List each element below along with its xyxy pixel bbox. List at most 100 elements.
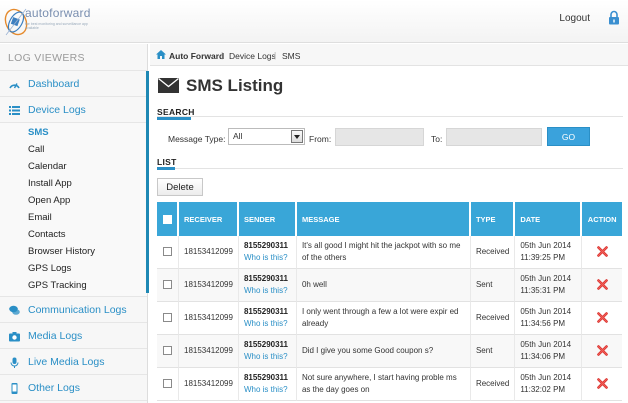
type-cell: Received <box>470 302 516 335</box>
sidebar-item-dashboard[interactable]: Dashboard <box>0 71 147 97</box>
date-cell: 05th Jun 2014 11:34:56 PM <box>515 302 583 335</box>
breadcrumb-separator: | <box>274 50 277 60</box>
column-header-receiver[interactable]: RECEIVER <box>179 202 239 236</box>
action-cell <box>582 368 622 401</box>
who-is-this-link[interactable]: Who is this? <box>244 285 291 297</box>
time-value: 11:39:25 PM <box>520 253 566 262</box>
action-cell <box>582 236 622 269</box>
who-is-this-link[interactable]: Who is this? <box>244 351 291 363</box>
row-select-cell <box>157 302 179 335</box>
mobile-phone-icon <box>11 383 18 394</box>
sidebar: LOG VIEWERS Dashboard Device Logs SMS Ca… <box>0 44 148 403</box>
sidebar-item-device-logs[interactable]: Device Logs <box>0 97 147 123</box>
to-label: To: <box>431 134 443 144</box>
dashboard-icon <box>9 83 20 89</box>
chevron-down-icon[interactable] <box>291 130 303 143</box>
delete-x-icon[interactable] <box>596 312 608 324</box>
message-cell: It's all good I might hit the jackpot wi… <box>296 236 471 269</box>
search-section-underline <box>157 117 191 120</box>
row-checkbox[interactable] <box>163 247 172 257</box>
sidebar-sub-calendar[interactable]: Calendar <box>0 158 147 175</box>
action-cell <box>582 335 622 368</box>
row-checkbox[interactable] <box>163 280 172 290</box>
row-select-cell <box>157 236 179 269</box>
sidebar-sub-browser-history[interactable]: Browser History <box>0 243 147 260</box>
sidebar-item-media-logs[interactable]: Media Logs <box>0 323 147 349</box>
row-checkbox[interactable] <box>163 346 172 356</box>
delete-button[interactable]: Delete <box>157 178 203 196</box>
sidebar-item-other-logs[interactable]: Other Logs <box>0 375 147 401</box>
to-date-input[interactable] <box>446 128 542 146</box>
breadcrumb-device-logs[interactable]: Device Logs <box>229 51 276 61</box>
delete-x-icon[interactable] <box>596 378 608 390</box>
sender-cell: 8155290311 Who is this? <box>238 269 297 302</box>
from-label: From: <box>309 134 332 144</box>
sidebar-sub-gps-tracking[interactable]: GPS Tracking <box>0 277 147 294</box>
message-type-value: All <box>233 131 243 141</box>
page-title: SMS Listing <box>186 76 284 95</box>
sidebar-sub-gps-logs[interactable]: GPS Logs <box>0 260 147 277</box>
type-cell: Sent <box>470 335 516 368</box>
sidebar-item-label: Media Logs <box>28 330 83 342</box>
sidebar-sub-open-app[interactable]: Open App <box>0 192 147 209</box>
message-type-select[interactable]: All <box>228 128 305 145</box>
who-is-this-link[interactable]: Who is this? <box>244 318 291 330</box>
sms-table: RECEIVER SENDER MESSAGE TYPE DATE ACTION… <box>157 202 622 401</box>
receiver-cell: 18153412099 <box>179 335 239 368</box>
table-row: 18153412099 8155290311 Who is this? Not s… <box>157 368 622 401</box>
who-is-this-link[interactable]: Who is this? <box>244 252 291 264</box>
table-row: 18153412099 8155290311 Who is this? Did I… <box>157 335 622 368</box>
sidebar-sub-call[interactable]: Call <box>0 141 147 158</box>
message-type-label: Message Type: <box>168 134 226 144</box>
row-checkbox[interactable] <box>163 379 172 389</box>
type-cell: Received <box>470 236 516 269</box>
section-divider <box>157 168 623 169</box>
column-header-action: ACTION <box>582 202 622 236</box>
sidebar-sub-install-app[interactable]: Install App <box>0 175 147 192</box>
date-cell: 05th Jun 2014 11:39:25 PM <box>515 236 583 269</box>
date-value: 05th Jun 2014 <box>520 241 572 250</box>
sender-cell: 8155290311 Who is this? <box>238 368 297 401</box>
sidebar-item-live-media-logs[interactable]: Live Media Logs <box>0 349 147 375</box>
message-cell: I only went through a few a lot were exp… <box>296 302 471 335</box>
select-all-checkbox[interactable] <box>162 214 172 224</box>
delete-x-icon[interactable] <box>596 345 608 357</box>
go-button[interactable]: GO <box>547 127 590 146</box>
search-section-label: SEARCH <box>157 107 195 117</box>
sender-cell: 8155290311 Who is this? <box>238 302 297 335</box>
column-header-sender[interactable]: SENDER <box>238 202 297 236</box>
list-icon <box>9 106 20 115</box>
row-checkbox[interactable] <box>163 313 172 323</box>
sender-cell: 8155290311 Who is this? <box>238 236 297 269</box>
main-content: Auto Forward | Device Logs | SMS SMS Lis… <box>150 44 628 403</box>
action-cell <box>582 269 622 302</box>
sender-number: 8155290311 <box>243 307 289 316</box>
delete-x-icon[interactable] <box>596 279 608 291</box>
table-header-row: RECEIVER SENDER MESSAGE TYPE DATE ACTION <box>157 202 622 236</box>
who-is-this-link[interactable]: Who is this? <box>244 384 291 396</box>
list-section-label: LIST <box>157 157 177 167</box>
lock-icon[interactable] <box>608 10 620 25</box>
message-cell: Not sure anywhere, I start having proble… <box>296 368 471 401</box>
from-date-input[interactable] <box>335 128 424 146</box>
date-value: 05th Jun 2014 <box>520 373 572 382</box>
section-divider <box>157 116 623 117</box>
sidebar-active-indicator <box>146 71 149 293</box>
column-header-type[interactable]: TYPE <box>470 202 516 236</box>
breadcrumb-auto-forward[interactable]: Auto Forward <box>169 51 224 61</box>
sidebar-item-communication-logs[interactable]: Communication Logs <box>0 297 147 323</box>
sidebar-sub-email[interactable]: Email <box>0 209 147 226</box>
sidebar-sub-contacts[interactable]: Contacts <box>0 226 147 243</box>
message-cell: Did I give you some Good coupon s? <box>296 335 471 368</box>
column-header-date[interactable]: DATE <box>515 202 583 236</box>
delete-x-icon[interactable] <box>596 246 608 258</box>
time-value: 11:34:06 PM <box>520 352 566 361</box>
date-cell: 05th Jun 2014 11:32:02 PM <box>515 368 583 401</box>
home-icon[interactable] <box>156 50 166 59</box>
logo-tagline: the best monitoring and surveillance app… <box>25 22 88 30</box>
sidebar-sub-sms[interactable]: SMS <box>0 124 147 141</box>
date-value: 05th Jun 2014 <box>520 274 572 283</box>
sidebar-item-label: Other Logs <box>28 382 80 394</box>
logout-link[interactable]: Logout <box>559 13 590 24</box>
column-header-message[interactable]: MESSAGE <box>296 202 471 236</box>
